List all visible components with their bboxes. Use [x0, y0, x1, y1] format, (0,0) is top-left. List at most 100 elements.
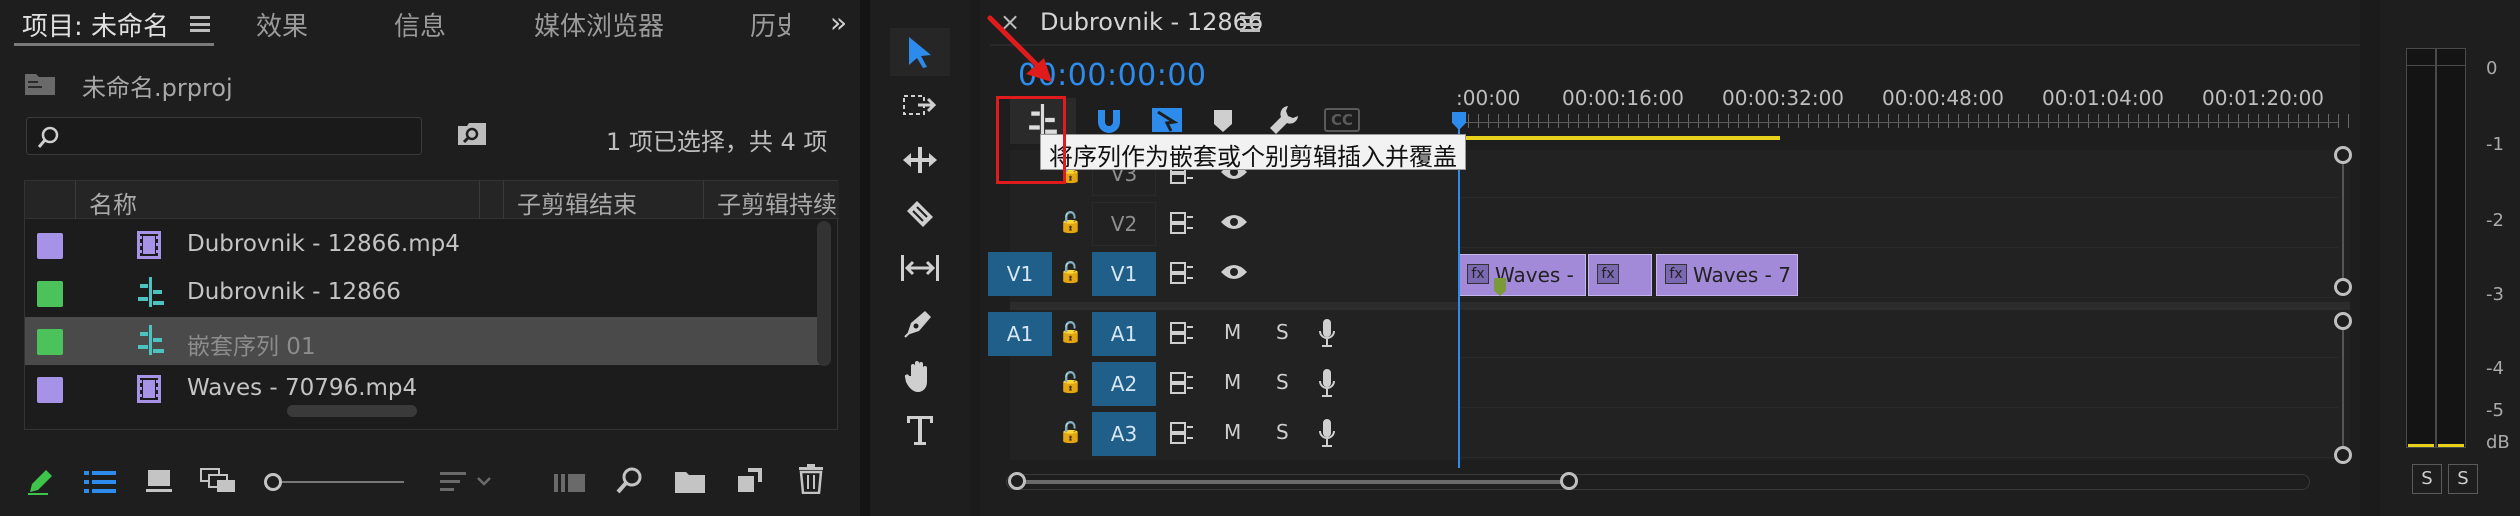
sync-lock-icon[interactable] — [1170, 422, 1194, 448]
column-name[interactable]: 名称 — [89, 185, 137, 220]
sync-lock-icon[interactable] — [1170, 372, 1194, 398]
track-target-a3[interactable]: A3 — [1092, 412, 1156, 456]
icon-view-icon[interactable] — [146, 468, 172, 498]
razor-icon — [907, 201, 933, 227]
tab-effects[interactable]: 效果 — [256, 6, 308, 42]
audio-scroll-handle[interactable] — [2334, 446, 2352, 464]
panel-menu-icon[interactable] — [190, 16, 210, 32]
automate-to-sequence-icon[interactable] — [554, 472, 586, 498]
source-patch-a1[interactable]: A1 — [988, 312, 1052, 356]
mute-button[interactable]: M — [1224, 370, 1241, 394]
video-clip-icon — [137, 231, 161, 263]
microphone-icon[interactable] — [1318, 368, 1336, 402]
audio-scroll-handle[interactable] — [2334, 312, 2352, 330]
lock-icon[interactable]: 🔓 — [1058, 260, 1083, 284]
list-item[interactable]: Waves - 70796.mp4 — [25, 365, 825, 413]
track-target-v2[interactable]: V2 — [1092, 202, 1156, 246]
fx-badge[interactable]: fx — [1665, 264, 1687, 284]
work-area-bar[interactable] — [1458, 136, 1780, 140]
solo-right-button[interactable]: S — [2448, 464, 2478, 494]
lock-icon[interactable]: 🔓 — [1058, 370, 1083, 394]
video-clip[interactable]: fx — [1588, 254, 1652, 296]
zoom-handle-right[interactable] — [1560, 472, 1578, 490]
track-target-a1[interactable]: A1 — [1092, 312, 1156, 356]
track-target-v1[interactable]: V1 — [1092, 252, 1156, 296]
track-lane-v1[interactable]: fx Waves - fx fx Waves - 7 — [1458, 250, 2338, 298]
list-view-icon[interactable] — [84, 470, 116, 498]
column-subclip-duration[interactable]: 子剪辑持续 — [717, 185, 837, 220]
solo-button[interactable]: S — [1276, 320, 1289, 344]
lock-icon[interactable]: 🔓 — [1058, 420, 1083, 444]
label-color-swatch[interactable] — [37, 329, 63, 355]
freeform-view-icon[interactable] — [200, 468, 238, 498]
track-lane-a1[interactable] — [1458, 310, 2338, 358]
type-tool[interactable] — [890, 406, 950, 454]
eye-icon[interactable] — [1220, 262, 1248, 286]
sync-lock-icon[interactable] — [1170, 212, 1194, 238]
panel-overflow-button[interactable]: » — [830, 6, 847, 39]
sequence-tab[interactable]: Dubrovnik - 12866 — [1040, 8, 1263, 36]
hand-icon — [904, 361, 927, 392]
vertical-scrollbar[interactable] — [817, 221, 831, 366]
lock-icon[interactable]: 🔓 — [1058, 210, 1083, 234]
pencil-icon[interactable] — [26, 466, 56, 500]
playhead-line[interactable] — [1458, 128, 1460, 468]
pen-tool[interactable] — [890, 298, 950, 346]
search-input[interactable] — [26, 117, 422, 155]
panel-divider[interactable] — [860, 0, 870, 516]
solo-left-button[interactable]: S — [2412, 464, 2442, 494]
tab-history[interactable]: 历史 — [750, 6, 790, 42]
source-patch-v1[interactable]: V1 — [988, 252, 1052, 296]
zoom-handle-left[interactable] — [1008, 472, 1026, 490]
new-item-icon[interactable] — [736, 466, 764, 498]
ripple-edit-tool[interactable] — [890, 136, 950, 184]
sync-lock-icon[interactable] — [1170, 322, 1194, 348]
slip-tool[interactable] — [890, 244, 950, 292]
mute-button[interactable]: M — [1224, 320, 1241, 344]
list-item[interactable]: 嵌套序列 01 — [25, 317, 825, 365]
track-target-a2[interactable]: A2 — [1092, 362, 1156, 406]
sort-icon[interactable] — [440, 470, 500, 498]
selection-tool[interactable] — [890, 28, 950, 76]
new-bin-icon[interactable] — [674, 468, 706, 498]
track-lane-v2[interactable] — [1458, 200, 2338, 248]
tab-project[interactable]: 项目: 未命名 — [22, 6, 169, 42]
video-clip[interactable]: fx Waves - 7 — [1656, 254, 1798, 296]
column-subclip-end[interactable]: 子剪辑结束 — [517, 185, 637, 220]
sequence-menu-icon[interactable] — [1240, 16, 1260, 32]
label-color-swatch[interactable] — [37, 233, 63, 259]
nested-sequence-icon — [137, 325, 165, 359]
hand-tool[interactable] — [890, 352, 950, 400]
list-item[interactable]: Dubrovnik - 12866 — [25, 269, 825, 317]
solo-button[interactable]: S — [1276, 370, 1289, 394]
lock-icon[interactable]: 🔓 — [1058, 320, 1083, 344]
eye-icon[interactable] — [1220, 212, 1248, 236]
list-item[interactable]: Dubrovnik - 12866.mp4 — [25, 221, 825, 269]
horizontal-scrollbar[interactable] — [287, 405, 417, 417]
fx-badge[interactable]: fx — [1467, 264, 1489, 284]
video-scroll-handle[interactable] — [2334, 278, 2352, 296]
clear-trash-icon[interactable] — [798, 464, 824, 498]
solo-button[interactable]: S — [1276, 420, 1289, 444]
track-lane-v3[interactable] — [1458, 150, 2338, 198]
tab-info[interactable]: 信息 — [394, 6, 446, 42]
find-icon[interactable] — [616, 466, 644, 500]
label-color-swatch[interactable] — [37, 281, 63, 307]
zoom-slider[interactable] — [264, 472, 404, 492]
microphone-icon[interactable] — [1318, 418, 1336, 452]
track-lane-a3[interactable] — [1458, 410, 2338, 458]
track-select-tool[interactable] — [890, 82, 950, 130]
captions-icon[interactable]: CC — [1324, 108, 1360, 132]
mute-button[interactable]: M — [1224, 420, 1241, 444]
find-bin-icon[interactable] — [456, 120, 488, 148]
label-color-swatch[interactable] — [37, 377, 63, 403]
selection-info: 1 项已选择，共 4 项 — [606, 128, 828, 156]
fx-badge[interactable]: fx — [1597, 264, 1619, 284]
video-clip[interactable]: fx Waves - — [1458, 254, 1586, 296]
track-lane-a2[interactable] — [1458, 360, 2338, 408]
video-scroll-handle[interactable] — [2334, 146, 2352, 164]
sync-lock-icon[interactable] — [1170, 262, 1194, 288]
razor-tool[interactable] — [890, 190, 950, 238]
tab-media-browser[interactable]: 媒体浏览器 — [534, 6, 664, 42]
microphone-icon[interactable] — [1318, 318, 1336, 352]
